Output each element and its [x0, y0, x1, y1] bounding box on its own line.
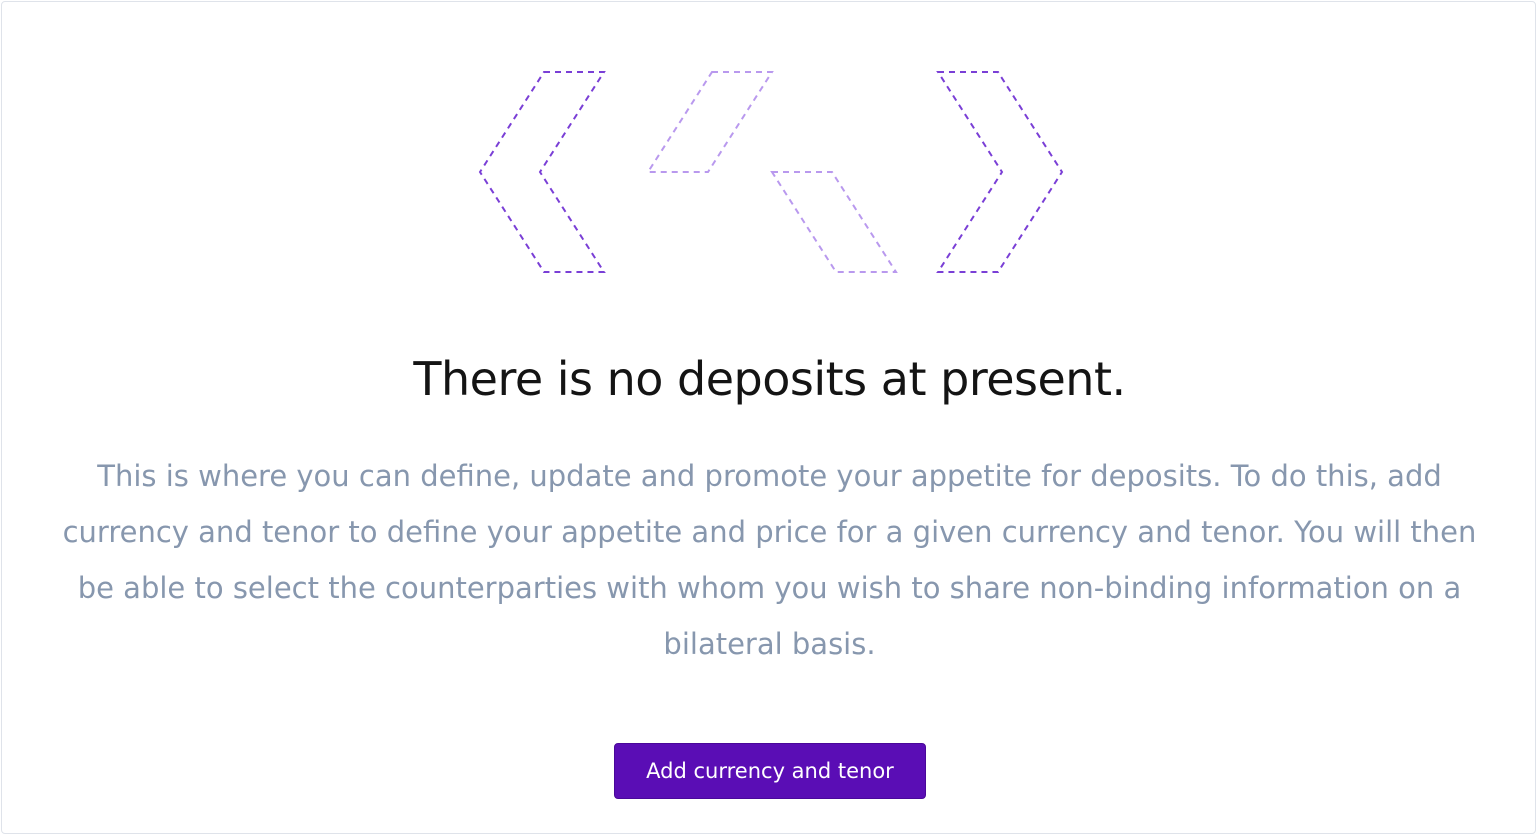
right-chevron-shape [936, 71, 1064, 273]
add-currency-and-tenor-button[interactable]: Add currency and tenor [614, 743, 926, 799]
empty-state-title: There is no deposits at present. [413, 352, 1126, 406]
empty-deposits-icon [478, 71, 1064, 273]
empty-state-description: This is where you can define, update and… [62, 459, 1477, 661]
lower-slash-shape [770, 171, 898, 273]
empty-state-panel: There is no deposits at present. This is… [1, 1, 1536, 834]
upper-slash-shape [646, 71, 774, 173]
left-chevron-shape [478, 71, 606, 273]
